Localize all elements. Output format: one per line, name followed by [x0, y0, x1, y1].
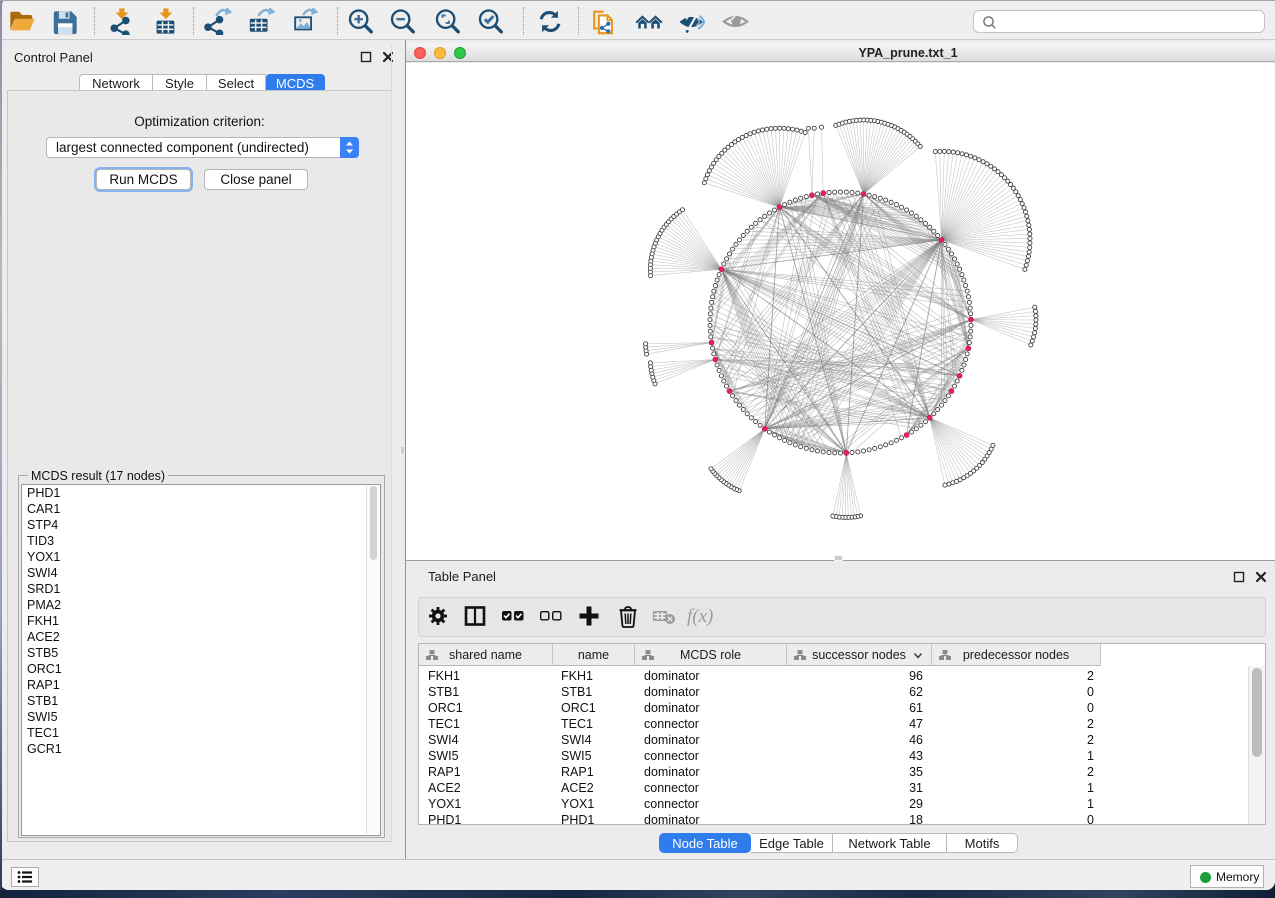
svg-text:f(x): f(x): [687, 606, 713, 627]
